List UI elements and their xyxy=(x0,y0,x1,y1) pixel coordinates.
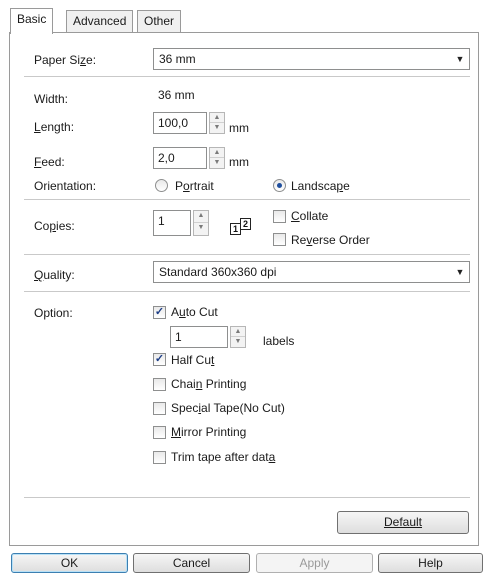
paper-size-select[interactable]: 36 mm ▼ xyxy=(153,48,470,70)
chain-printing-label[interactable]: Chain Printing xyxy=(171,377,246,391)
tab-other-label: Other xyxy=(144,14,175,28)
portrait-radio[interactable] xyxy=(155,179,168,192)
trim-tape-checkbox[interactable] xyxy=(153,451,166,464)
separator xyxy=(24,76,470,78)
paper-size-label: Paper Size: xyxy=(34,53,97,67)
cut-every-input[interactable]: 1 xyxy=(170,326,228,348)
feed-label: Feed: xyxy=(34,155,65,169)
spin-up-icon[interactable]: ▲ xyxy=(210,148,224,158)
orientation-label: Orientation: xyxy=(34,179,97,193)
tab-basic[interactable]: Basic xyxy=(10,8,54,34)
cancel-button[interactable]: Cancel xyxy=(133,553,250,573)
spin-down-icon[interactable]: ▼ xyxy=(231,337,245,347)
half-cut-label[interactable]: Half Cut xyxy=(171,353,214,367)
trim-tape-label[interactable]: Trim tape after data xyxy=(171,450,275,464)
width-label: Width: xyxy=(34,92,69,106)
length-label: Length: xyxy=(34,120,75,134)
special-tape-label[interactable]: Special Tape(No Cut) xyxy=(171,401,285,415)
feed-input[interactable]: 2,0 xyxy=(153,147,207,169)
help-button[interactable]: Help xyxy=(378,553,483,573)
default-button[interactable]: Default xyxy=(337,511,469,534)
copies-input[interactable]: 1 xyxy=(153,210,191,236)
length-spin[interactable]: ▲ ▼ xyxy=(209,112,225,134)
copies-label: Copies: xyxy=(34,219,75,233)
apply-button[interactable]: Apply xyxy=(256,553,373,573)
spin-up-icon[interactable]: ▲ xyxy=(210,113,224,123)
chevron-down-icon: ▼ xyxy=(455,54,465,64)
help-button-label: Help xyxy=(418,556,443,570)
length-unit: mm xyxy=(229,121,249,135)
separator xyxy=(24,291,470,293)
portrait-label[interactable]: Portrait xyxy=(175,179,214,193)
mirror-printing-checkbox[interactable] xyxy=(153,426,166,439)
tab-advanced-label: Advanced xyxy=(73,14,127,28)
chevron-down-icon: ▼ xyxy=(455,267,465,277)
quality-select[interactable]: Standard 360x360 dpi ▼ xyxy=(153,261,470,283)
collate-checkbox[interactable] xyxy=(273,210,286,223)
tab-basic-label: Basic xyxy=(17,12,47,26)
feed-spin[interactable]: ▲ ▼ xyxy=(209,147,225,169)
cut-every-spin[interactable]: ▲ ▼ xyxy=(230,326,246,348)
basic-settings-panel xyxy=(9,32,479,546)
ok-button-label: OK xyxy=(60,556,79,570)
spin-down-icon[interactable]: ▼ xyxy=(210,123,224,133)
width-value: 36 mm xyxy=(158,88,195,102)
reverse-order-checkbox[interactable] xyxy=(273,233,286,246)
tab-advanced[interactable]: Advanced xyxy=(66,10,134,32)
copies-spin[interactable]: ▲ ▼ xyxy=(193,210,209,236)
spin-down-icon[interactable]: ▼ xyxy=(210,158,224,168)
collate-label[interactable]: Collate xyxy=(291,209,328,223)
separator xyxy=(24,254,470,256)
chain-printing-checkbox[interactable] xyxy=(153,378,166,391)
cancel-button-label: Cancel xyxy=(172,556,211,570)
separator xyxy=(24,497,470,499)
spin-up-icon[interactable]: ▲ xyxy=(194,211,208,223)
reverse-order-label[interactable]: Reverse Order xyxy=(291,233,370,247)
ok-button[interactable]: OK xyxy=(11,553,128,573)
length-input[interactable]: 100,0 xyxy=(153,112,207,134)
quality-value: Standard 360x360 dpi xyxy=(159,265,277,279)
paper-size-value: 36 mm xyxy=(159,52,196,66)
mirror-printing-label[interactable]: Mirror Printing xyxy=(171,425,246,439)
spin-up-icon[interactable]: ▲ xyxy=(231,327,245,337)
landscape-radio[interactable] xyxy=(273,179,286,192)
quality-label: Quality: xyxy=(34,268,75,282)
tab-other[interactable]: Other xyxy=(137,10,182,32)
separator xyxy=(24,199,470,201)
spin-down-icon[interactable]: ▼ xyxy=(194,223,208,235)
special-tape-checkbox[interactable] xyxy=(153,402,166,415)
auto-cut-checkbox[interactable]: ✓ xyxy=(153,306,166,319)
default-button-label: Default xyxy=(383,515,423,529)
landscape-label[interactable]: Landscape xyxy=(291,179,350,193)
auto-cut-label[interactable]: Auto Cut xyxy=(171,305,218,319)
option-label: Option: xyxy=(34,306,73,320)
collate-pages-icon: 2 1 xyxy=(226,218,256,236)
feed-unit: mm xyxy=(229,155,249,169)
apply-button-label: Apply xyxy=(299,556,330,570)
half-cut-checkbox[interactable]: ✓ xyxy=(153,353,166,366)
cut-every-unit: labels xyxy=(263,334,295,348)
